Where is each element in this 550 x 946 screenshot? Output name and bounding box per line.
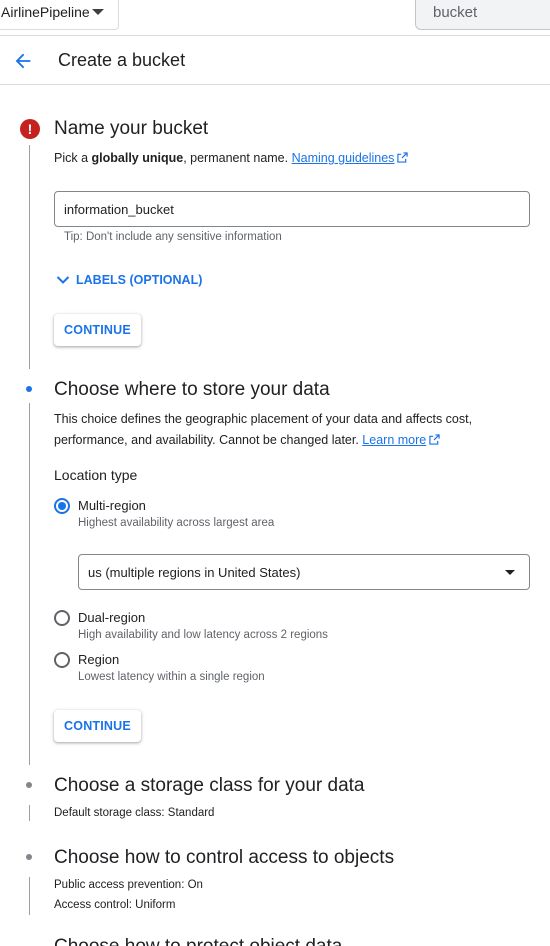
radio-description: Lowest latency within a single region (78, 671, 265, 683)
back-arrow-icon[interactable] (12, 50, 34, 72)
step-connector (29, 145, 30, 369)
summary-label: Public access prevention (54, 879, 182, 891)
radio-region[interactable] (54, 652, 70, 668)
search-input[interactable]: bucket (415, 0, 550, 30)
learn-more-link[interactable]: Learn more (362, 433, 426, 447)
step-location-description: This choice defines the geographic place… (54, 409, 472, 451)
external-link-icon (397, 152, 409, 163)
desc-line-1: This choice defines the geographic place… (54, 412, 473, 426)
page-title: Create a bucket (58, 50, 186, 70)
summary-value: : Standard (161, 807, 215, 819)
labels-toggle[interactable]: LABELS (OPTIONAL) (56, 273, 202, 287)
desc-bold-text: globally unique (91, 151, 184, 165)
summary-value: : Uniform (128, 899, 176, 911)
radio-label: Region (78, 652, 120, 667)
location-select-value: us (multiple regions in United States) (88, 564, 301, 580)
radio-label: Dual-region (78, 610, 146, 625)
project-selector[interactable]: AirlinePipeline (0, 0, 119, 30)
continue-button[interactable]: CONTINUE (54, 710, 141, 742)
summary-label: Default storage class (54, 807, 162, 819)
summary-value: : On (181, 879, 203, 891)
search-value: bucket (433, 3, 478, 21)
step-name-description: Pick a globally unique, permanent name. … (54, 148, 409, 169)
step-connector (29, 877, 30, 915)
top-bar: AirlinePipeline bucket (0, 0, 550, 36)
radio-label: Multi-region (78, 498, 146, 513)
bucket-name-value: information_bucket (64, 201, 174, 217)
step-access-heading: Choose how to control access to objects (54, 847, 395, 868)
radio-description: Highest availability across largest area (78, 517, 275, 529)
dropdown-caret-icon (92, 9, 104, 15)
desc-text: , permanent name. (183, 151, 292, 165)
location-type-label: Location type (54, 467, 138, 483)
location-select[interactable]: us (multiple regions in United States) (78, 554, 530, 590)
step-location-heading: Choose where to store your data (54, 379, 330, 400)
step-connector (29, 403, 30, 765)
bucket-name-input[interactable]: information_bucket (54, 191, 530, 227)
storage-class-summary: Default storage class: Standard (54, 807, 214, 819)
step-active-dot (26, 386, 32, 392)
step-connector (29, 805, 30, 821)
chevron-down-icon (56, 276, 70, 284)
step-name-heading: Name your bucket (54, 118, 209, 139)
step-pending-dot (26, 854, 32, 860)
step-pending-dot (26, 782, 32, 788)
continue-button[interactable]: CONTINUE (54, 314, 141, 346)
page-header: Create a bucket (0, 36, 550, 85)
bucket-name-tip: Tip: Don't include any sensitive informa… (64, 231, 282, 243)
error-icon: ! (20, 119, 40, 139)
access-control-summary: Access control: Uniform (54, 899, 175, 911)
radio-description: High availability and low latency across… (78, 629, 328, 641)
summary-label: Access control (54, 899, 129, 911)
step-storage-class-heading: Choose a storage class for your data (54, 775, 365, 796)
naming-guidelines-link[interactable]: Naming guidelines (292, 151, 395, 165)
project-name: AirlinePipeline (1, 4, 90, 20)
step-protection-heading: Choose how to protect object data (54, 936, 342, 946)
labels-toggle-text: LABELS (OPTIONAL) (76, 273, 203, 287)
external-link-icon (429, 434, 440, 445)
desc-text: Pick a (54, 151, 92, 165)
radio-multi-region[interactable] (54, 498, 70, 514)
desc-line-2: performance, and availability. Cannot be… (54, 433, 363, 447)
public-access-summary: Public access prevention: On (54, 879, 203, 891)
radio-dual-region[interactable] (54, 610, 70, 626)
dropdown-caret-icon (505, 570, 515, 575)
